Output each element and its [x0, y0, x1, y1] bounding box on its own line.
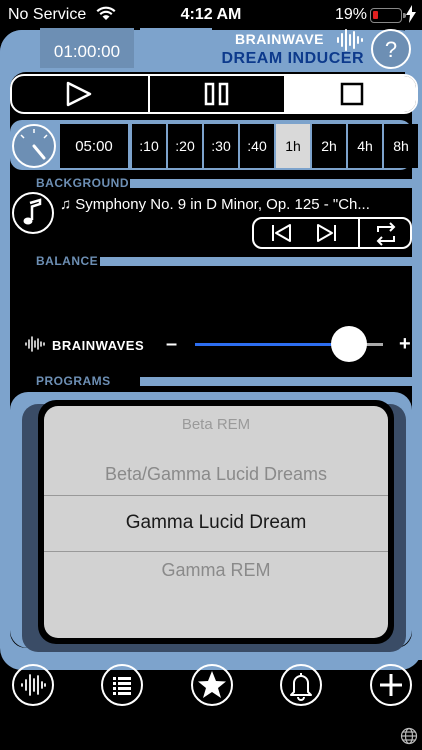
countdown-display: 01:00:00: [40, 28, 134, 68]
program-item[interactable]: Beta/Gamma Lucid Dreams: [44, 464, 388, 485]
balance-slider-knob[interactable]: [331, 326, 368, 362]
programs-section-label: PROGRAMS: [36, 374, 111, 388]
track-controls: [252, 217, 412, 249]
bell-icon: [290, 673, 312, 701]
track-title: ♫ Symphony No. 9 in D Minor, Op. 125 - "C…: [60, 196, 412, 213]
star-icon: [198, 671, 226, 698]
play-icon: [66, 81, 92, 107]
timer-option[interactable]: 1h: [276, 124, 310, 168]
battery-percent: 19%: [335, 6, 368, 23]
charging-bolt-icon: [406, 5, 416, 23]
timer-option[interactable]: 8h: [384, 124, 418, 168]
pause-icon: [204, 82, 229, 106]
background-section-label: BACKGROUND: [36, 176, 129, 190]
play-button[interactable]: [12, 76, 148, 112]
add-button[interactable]: [370, 664, 412, 706]
picker-selection-line-top: [44, 495, 388, 496]
timer-duration-text: 05:00: [75, 138, 113, 155]
timer-option[interactable]: :10: [132, 124, 166, 168]
countdown-text: 01:00:00: [53, 42, 121, 61]
list-icon: [113, 677, 131, 695]
balance-minus[interactable]: –: [166, 333, 177, 356]
track-title-text: Symphony No. 9 in D Minor, Op. 125 - "Ch…: [75, 196, 370, 213]
stop-icon: [340, 82, 364, 106]
favorites-button[interactable]: [191, 664, 233, 706]
brainwave-logo-icon: [337, 29, 363, 51]
background-music-button[interactable]: [12, 192, 54, 234]
alarm-button[interactable]: [280, 664, 322, 706]
next-track-icon[interactable]: [314, 223, 338, 243]
program-item[interactable]: Gamma Lucid Dream: [44, 512, 388, 534]
timer-dial-button[interactable]: [12, 124, 56, 168]
program-picker[interactable]: Alpha REMBeta REMBeta/Gamma Lucid Dreams…: [44, 406, 388, 638]
help-icon: ?: [384, 37, 398, 62]
timer-option[interactable]: :30: [204, 124, 238, 168]
programs-list-button[interactable]: [101, 664, 143, 706]
programs-label-bar: [140, 377, 412, 386]
timer-duration[interactable]: 05:00: [60, 124, 128, 168]
globe-icon[interactable]: [400, 727, 418, 745]
help-button[interactable]: ?: [371, 29, 411, 69]
waveform-icon: [21, 674, 46, 696]
pause-button[interactable]: [148, 76, 284, 112]
previous-track-icon[interactable]: [270, 223, 294, 243]
timer-option[interactable]: :40: [240, 124, 274, 168]
picker-selection-line-bottom: [44, 551, 388, 552]
brainwaves-icon: [25, 336, 45, 352]
header-spacer: [140, 28, 212, 68]
brand-title: BRAINWAVE: [234, 31, 324, 47]
battery-icon: [370, 8, 406, 23]
dial-icon: [20, 129, 48, 160]
status-bar: No Service 4:12 AM 19%: [0, 0, 422, 30]
timer-option[interactable]: :20: [168, 124, 202, 168]
timer-option[interactable]: 4h: [348, 124, 382, 168]
program-item[interactable]: Beta REM: [44, 416, 388, 433]
music-note-icon: [23, 198, 42, 225]
brand-subtitle: DREAM INDUCER: [221, 50, 364, 67]
balance-slider-fill: [195, 343, 350, 346]
plus-icon: [380, 674, 402, 696]
program-item[interactable]: Gamma REM: [44, 560, 388, 581]
repeat-icon[interactable]: [372, 222, 400, 246]
balance-label-bar: [100, 257, 412, 266]
brainwaves-label: BRAINWAVES: [52, 338, 145, 353]
track-controls-divider: [358, 219, 360, 247]
timer-option[interactable]: 2h: [312, 124, 346, 168]
stop-button[interactable]: [284, 76, 416, 112]
transport-controls: [10, 74, 418, 114]
balance-plus[interactable]: +: [399, 333, 411, 356]
balance-section-label: BALANCE: [36, 254, 99, 268]
small-music-note-icon: ♫: [60, 196, 72, 213]
background-label-bar: [130, 179, 412, 188]
brainwaves-tab-button[interactable]: [12, 664, 54, 706]
